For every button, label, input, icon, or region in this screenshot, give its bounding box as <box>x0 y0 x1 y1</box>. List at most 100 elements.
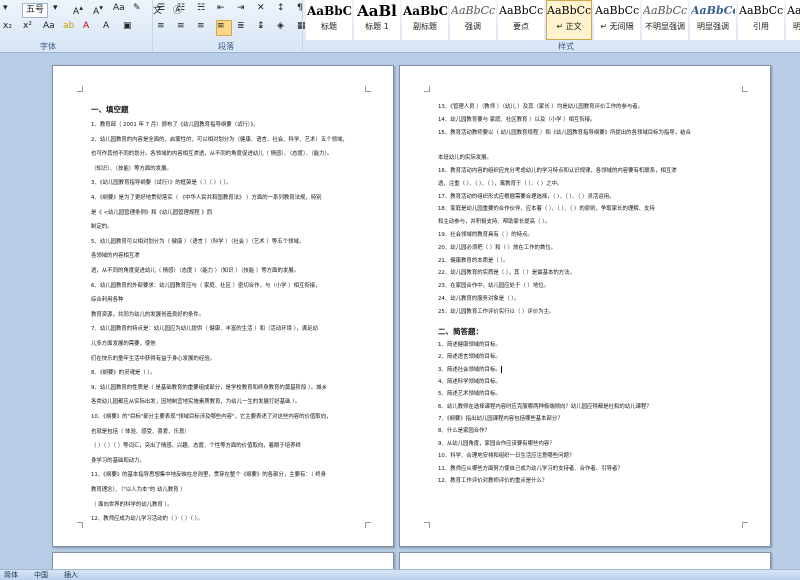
document-line: 17、教育活动的组织形式应根据需要合理选择，（ ）、（ ）、（ ）灵活运用。 <box>438 193 615 200</box>
justify-icon[interactable]: ≡ <box>216 20 232 36</box>
document-line: 16、教育活动内容的组织应充分考虑幼儿的学习特点和认识规律，各领域的内容要有机联… <box>438 168 677 174</box>
document-line: 24、幼儿教育的服务对象是（ ）。 <box>438 296 520 302</box>
document-line: （ 面向世界的科学的幼儿教育 ）。 <box>91 501 173 508</box>
style-preview: AaBbC <box>403 4 447 18</box>
document-line: 1、简述健康领域的目标。 <box>438 341 501 348</box>
increase-indent-icon[interactable]: ⇥ <box>236 2 252 18</box>
style-name: 不明显强调 <box>645 22 685 31</box>
document-line: 9、幼儿园教育的性质是（ 是基础教育的重要组成部分，是学校教育和终身教育的奠基阶… <box>91 384 327 391</box>
page-corner-mark <box>77 86 83 92</box>
align-left-icon[interactable]: ≡ <box>156 20 172 36</box>
style-item[interactable]: AaBbCcD 强调 <box>450 0 496 40</box>
chinese-layout-icon[interactable]: ✕ <box>256 2 272 18</box>
chevron-down-icon[interactable]: ▾ <box>52 2 68 18</box>
document-line: 8、《纲要》的灵魂是（ ）。 <box>91 370 156 377</box>
style-name: 引用 <box>753 22 769 31</box>
style-item[interactable]: AaBbCcD 明显强调 <box>690 0 736 40</box>
document-line: 2、幼儿园教育的内容是全面的，启蒙性的，可以相对划分为（健康、语言、社会、科学、… <box>91 136 348 143</box>
paragraph-toolbar-row-1: ☰ ☷ ☵ ⇤ ⇥ ✕ ↕ ¶ <box>156 2 316 18</box>
sort-icon[interactable]: ↕ <box>276 2 292 18</box>
style-preview: AaBl <box>357 2 397 20</box>
style-name: 明显强调 <box>697 22 729 31</box>
style-item[interactable]: AaBl 标题 1 <box>354 0 400 40</box>
style-name: 副标题 <box>413 22 437 31</box>
document-line: 18、家庭是幼儿园重要的合作伙伴，应本着（ ）、（ ）、（ ）的原则，争取家长的… <box>438 206 655 213</box>
shrink-font-icon[interactable]: A▾ <box>92 2 108 18</box>
style-preview: AaBbCcD <box>451 4 495 17</box>
document-line: 10、科学、合理地安排和组织一日生活应注意哪些问题？ <box>438 453 575 460</box>
document-line: 6、幼儿教师在选择课程内容时应克服哪两种极端倾向？幼儿园应得都是社和的幼儿课程？ <box>438 403 652 410</box>
text-effect-icon[interactable]: Aa <box>42 20 58 36</box>
document-line: 7、《纲要》指出幼儿园课程内容包括哪些基本部分？ <box>438 416 563 422</box>
superscript-icon[interactable]: x² <box>22 20 38 36</box>
char-shading-icon[interactable]: A <box>102 20 118 36</box>
page-2[interactable]: 二、简答题： 13、《管理人员 ）（教师 ）（幼儿 ）及其（家长 ）均是幼儿园教… <box>399 65 771 547</box>
document-line: （ ）（ ）（ ）等词汇，突出了情感、兴趣、态度、个性等方面的价值取向，着眼于培… <box>91 443 301 450</box>
document-line: （知识）、（技能）等方面的发展。 <box>91 165 172 172</box>
style-preview: AaBbCcD <box>691 4 735 17</box>
document-line: 综合利用各种 <box>91 297 124 304</box>
document-line: 22、幼儿园教育的实质是（ ），其（ ）是最基本的方法。 <box>438 270 575 277</box>
page-corner-mark <box>742 86 748 92</box>
section-heading: 二、简答题： <box>438 326 483 336</box>
style-item[interactable]: AaBbCcD ↵ 正文 <box>546 0 592 40</box>
shading-icon[interactable]: ◈ <box>276 20 292 36</box>
style-preview: AaBbCcD <box>739 4 783 17</box>
document-line: 11、教师应从哪些方面努力使自己成为幼儿学习的支持者、合作者、引导者？ <box>438 465 623 472</box>
document-line: 和主动参与，并积极支持、帮助家长提高（ ）。 <box>438 219 551 226</box>
document-line: 25、幼儿园教育工作评价实行以（ ）评价为主。 <box>438 308 555 315</box>
style-preview: AaBbC <box>307 4 351 18</box>
document-line: 4、《纲要》是为了更好地贯彻落实（ 《中华人民共和国教育法》 ）方面的一系列教育… <box>91 195 322 201</box>
clear-format-icon[interactable]: ✎ <box>132 2 148 18</box>
decrease-indent-icon[interactable]: ⇤ <box>216 2 232 18</box>
highlight-icon[interactable]: ab <box>62 20 78 36</box>
document-line: 各类幼儿园都应从实际出发，因地制宜地实施素质教育，为幼儿一生的发展打好基础 ）。 <box>91 399 301 406</box>
font-color-small-icon[interactable]: ▾ <box>2 2 18 18</box>
style-item[interactable]: AaBbCcD 明显引用 <box>786 0 800 40</box>
group-separator <box>302 0 303 52</box>
document-line: 23、在家园合作中，幼儿园应处于（ ）地位。 <box>438 283 549 290</box>
document-line: 1、教育部（ 2001 年 7 月）颁布了《幼儿园教育指导纲要（试行）》。 <box>91 122 259 128</box>
char-border-icon[interactable]: ▣ <box>122 20 138 36</box>
change-case-icon[interactable]: Aa <box>112 2 128 18</box>
font-size-combo[interactable]: 五号 <box>22 2 49 18</box>
numbering-icon[interactable]: ☷ <box>176 2 192 18</box>
font-color-icon[interactable]: A <box>82 20 98 36</box>
line-spacing-icon[interactable]: ↨ <box>256 20 272 36</box>
align-right-icon[interactable]: ≡ <box>196 20 212 36</box>
document-area[interactable]: 一、填空题 1、教育部（ 2001 年 7 月）颁布了《幼儿园教育指导纲要（试行… <box>0 53 800 574</box>
style-name: ↵ 无间隔 <box>600 22 634 31</box>
subscript-icon[interactable]: x₂ <box>2 20 18 36</box>
document-line: 4、简述科学领域的目标。 <box>438 378 501 385</box>
document-line: 们在快乐的童年生活中获得有益于身心发展的经验。 <box>91 355 215 362</box>
document-line: 教育资源，共同为幼儿的发展创造良好的条件。 <box>91 311 205 318</box>
style-item[interactable]: AaBbC 标题 <box>306 0 352 40</box>
style-item[interactable]: AaBbCcD 不明显强调 <box>642 0 688 40</box>
style-name: 要点 <box>513 22 529 31</box>
document-line: 10、《纲要》的"目标"部分主要表现"领域目标涉及哪些内容"，它主要表述了对这些… <box>91 414 332 420</box>
text-cursor <box>500 366 502 374</box>
paragraph-group-label: 段落 <box>218 42 234 51</box>
align-center-icon[interactable]: ≡ <box>176 20 192 36</box>
grow-font-icon[interactable]: A▴ <box>72 2 88 18</box>
multilevel-list-icon[interactable]: ☵ <box>196 2 212 18</box>
document-line: 19、社会领域的教育具有（ ）的特点。 <box>438 232 533 238</box>
style-item[interactable]: AaBbCcD 引用 <box>738 0 784 40</box>
page-corner-mark <box>77 522 83 528</box>
style-item[interactable]: AaBbCcD 要点 <box>498 0 544 40</box>
document-line: 2、简述语言领域的目标。 <box>438 354 501 360</box>
style-item[interactable]: AaBbC 副标题 <box>402 0 448 40</box>
distribute-icon[interactable]: ≣ <box>236 20 252 36</box>
bullets-icon[interactable]: ☰ <box>156 2 172 18</box>
document-line: 11、《纲要》的基本指导思想集中地反映在总则里，贯穿在整个《纲要》的各部分，主要… <box>91 472 326 479</box>
document-line: 是《 <幼儿园管理条例》和《幼儿园管理规程 》而 <box>91 209 213 216</box>
page-1[interactable]: 一、填空题 1、教育部（ 2001 年 7 月）颁布了《幼儿园教育指导纲要（试行… <box>52 65 394 547</box>
document-line: 身学习的基础和动力。 <box>91 457 145 464</box>
document-line: 21、健康教育的本质是（ ）。 <box>438 257 509 264</box>
style-name: 标题 1 <box>365 22 389 31</box>
style-preview: AaBbCcD <box>643 4 687 17</box>
style-item[interactable]: AaBbCcD ↵ 无间隔 <box>594 0 640 40</box>
ribbon: ▾ 五号 ▾ A▴ A▾ Aa ✎ 文 Ⓐ x₂ x² Aa ab A A ▣ … <box>0 0 800 53</box>
style-preview: AaBbCcD <box>499 4 543 17</box>
document-line: 5、幼儿园教育可以相对划分为（ 健康 ）（语言 ）（科学 ）（社会 ）（艺术 ）… <box>91 238 305 245</box>
